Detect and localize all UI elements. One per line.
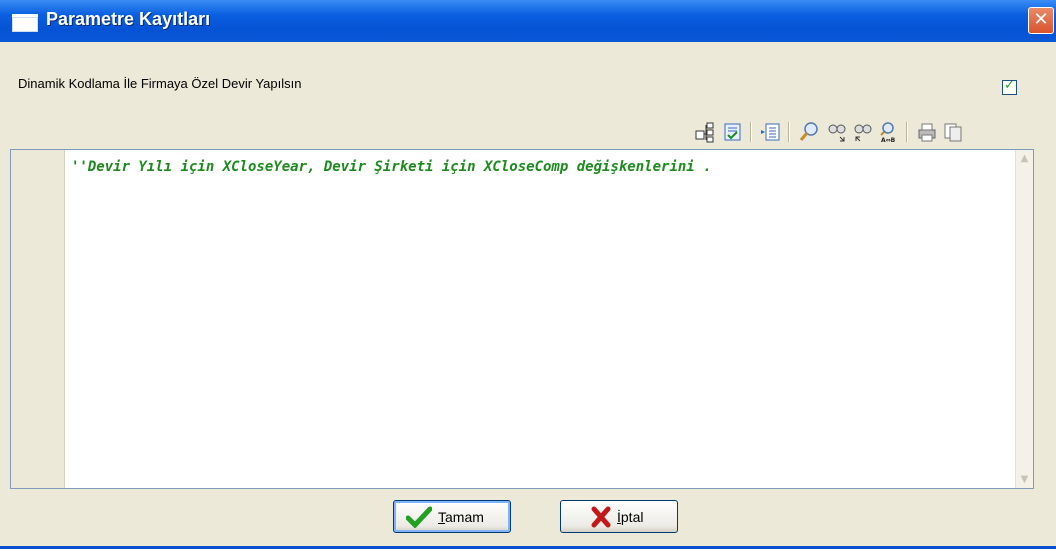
checkmark-icon [406,506,432,528]
find-next-icon[interactable] [826,121,848,143]
line-gutter [11,150,65,488]
cancel-button[interactable]: İptal [560,500,678,533]
scroll-up-arrow-icon[interactable]: ▲ [1016,150,1033,167]
checkmark-icon: ✓ [1004,78,1015,93]
cross-icon [591,506,611,528]
code-editor[interactable]: ''Devir Yılı için XCloseYear, Devir Şirk… [10,149,1034,489]
checklist-icon[interactable] [722,121,744,143]
search-icon[interactable] [798,121,820,143]
print-icon[interactable] [916,121,938,143]
ok-button[interactable]: Tamam [393,500,511,533]
toolbar-separator [788,122,790,142]
window-icon [12,14,38,32]
copy-document-icon[interactable] [942,121,964,143]
dynamic-coding-checkbox[interactable]: ✓ [1002,78,1017,95]
toolbar-separator [750,122,752,142]
dynamic-coding-label: Dinamik Kodlama İle Firmaya Özel Devir Y… [18,76,302,91]
window-title: Parametre Kayıtları [46,9,211,29]
toolbar-separator [906,122,908,142]
replace-icon[interactable]: A⇔B [878,121,900,143]
code-line: ''Devir Yılı için XCloseYear, Devir Şirk… [71,159,712,175]
cancel-button-label: İptal [617,509,644,525]
tree-structure-icon[interactable] [694,121,716,143]
find-previous-icon[interactable] [852,121,874,143]
title-bar: Parametre Kayıtları ✕ [0,0,1056,42]
ok-button-label: Tamam [438,509,484,525]
scroll-down-arrow-icon[interactable]: ▼ [1016,471,1033,488]
vertical-scrollbar[interactable]: ▲ ▼ [1015,150,1033,488]
indent-list-icon[interactable] [760,121,782,143]
close-button[interactable]: ✕ [1028,7,1054,34]
close-icon: ✕ [1033,9,1049,30]
svg-text:A⇔B: A⇔B [881,137,896,143]
editor-toolbar: A⇔B [10,116,1034,149]
